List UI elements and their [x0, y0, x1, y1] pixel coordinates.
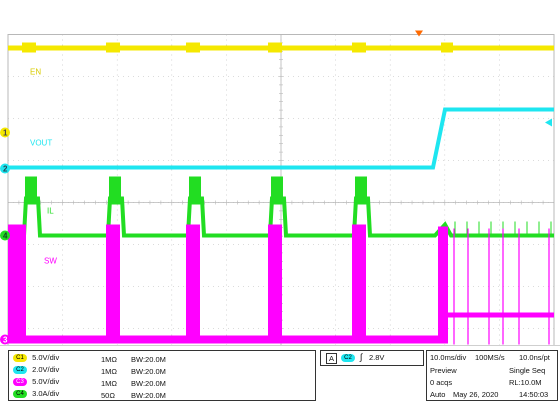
ch1-en-trace	[8, 42, 554, 53]
capture-time: 14:50:03	[519, 390, 549, 399]
acquisition-box[interactable]: 10.0ms/div 100MS/s 10.0ns/pt Preview Sin…	[426, 350, 558, 401]
ch1-trace-label: EN	[30, 68, 41, 77]
acq-count: 0 acqs	[430, 378, 453, 387]
svg-text:4: 4	[3, 232, 8, 241]
c4-badge: C4	[13, 390, 27, 399]
ch3-after-level	[447, 312, 554, 318]
ch1-bump	[268, 42, 282, 53]
ch2-trace-label: VOUT	[30, 139, 52, 148]
channel-row-c4[interactable]: C4 3.0A/div	[13, 389, 59, 399]
trigger-slope-icon: ∫	[360, 352, 363, 362]
c4-impedance: 50Ω	[101, 391, 115, 400]
ch3-burst	[186, 224, 200, 344]
trigger-settings-box[interactable]: A C2 ∫ 2.8V	[320, 350, 424, 366]
c3-impedance: 1MΩ	[101, 379, 118, 388]
ch4-spike-burst	[271, 176, 283, 205]
ch4-spike-burst	[189, 176, 201, 205]
ch3-burst	[438, 226, 448, 344]
status-panel: C1 5.0V/div 1MΩ BW:20.0M C2 2.0V/div 1MΩ…	[0, 345, 560, 403]
channel-settings-box: C1 5.0V/div 1MΩ BW:20.0M C2 2.0V/div 1MΩ…	[8, 350, 316, 401]
c3-badge: C3	[13, 378, 27, 387]
svg-text:2: 2	[3, 165, 8, 174]
acq-sequence: Single Seq	[509, 366, 546, 375]
c2-impedance: 1MΩ	[101, 367, 118, 376]
c2-scale: 2.0V/div	[32, 365, 60, 374]
oscilloscope-screen: EN VOUT IL SW 1 2 4 3	[0, 30, 555, 371]
ch3-ground-marker[interactable]: 3	[0, 334, 10, 345]
c3-scale: 5.0V/div	[32, 377, 60, 386]
ch3-burst	[8, 224, 26, 344]
acq-state: Preview	[430, 366, 457, 375]
trigger-source-badge: C2	[341, 354, 355, 362]
ch3-burst	[268, 224, 282, 344]
c2-badge: C2	[13, 366, 27, 375]
svg-text:1: 1	[3, 129, 8, 138]
c1-scale: 5.0V/div	[32, 353, 60, 362]
c4-scale: 3.0A/div	[32, 389, 60, 398]
ch2-ground-marker[interactable]: 2	[0, 163, 10, 174]
ch4-trace-label: IL	[47, 207, 54, 216]
ch4-spike-burst	[25, 176, 37, 205]
c4-bandwidth: BW:20.0M	[131, 391, 166, 400]
c1-badge: C1	[13, 354, 27, 363]
channel-row-c1[interactable]: C1 5.0V/div	[13, 353, 59, 363]
ch3-trace-label: SW	[44, 257, 57, 266]
ch4-spike-burst	[109, 176, 121, 205]
ch1-bump	[186, 42, 200, 53]
time-resolution: 10.0ns/pt	[519, 353, 550, 362]
ch3-burst	[352, 224, 366, 344]
ch1-bump	[352, 42, 366, 53]
trigger-mode-auto: Auto	[430, 390, 446, 399]
timebase: 10.0ms/div	[430, 353, 467, 362]
ch4-ground-marker[interactable]: 4	[0, 230, 10, 241]
ch1-bump	[22, 42, 36, 53]
channel-row-c2[interactable]: C2 2.0V/div	[13, 365, 59, 375]
trigger-mode: A	[326, 353, 338, 364]
c3-bandwidth: BW:20.0M	[131, 379, 166, 388]
capture-date: May 26, 2020	[453, 390, 499, 399]
svg-text:3: 3	[3, 336, 8, 345]
trigger-level: 2.8V	[369, 353, 385, 362]
ch1-bump	[441, 42, 453, 53]
record-length: RL:10.0M	[509, 378, 542, 387]
trigger-position-marker[interactable]	[415, 30, 423, 37]
ch3-baseline	[8, 335, 441, 344]
ch3-burst	[106, 224, 120, 344]
sample-rate: 100MS/s	[475, 353, 505, 362]
ch3-sw-trace	[8, 224, 554, 345]
trigger-level-arrow[interactable]	[545, 118, 552, 127]
c1-impedance: 1MΩ	[101, 355, 118, 364]
c2-bandwidth: BW:20.0M	[131, 367, 166, 376]
channel-row-c3[interactable]: C3 5.0V/div	[13, 377, 59, 387]
ch1-ground-marker[interactable]: 1	[0, 127, 10, 138]
ch1-bump	[106, 42, 120, 53]
ch4-spike-burst	[355, 176, 367, 205]
c1-bandwidth: BW:20.0M	[131, 355, 166, 364]
